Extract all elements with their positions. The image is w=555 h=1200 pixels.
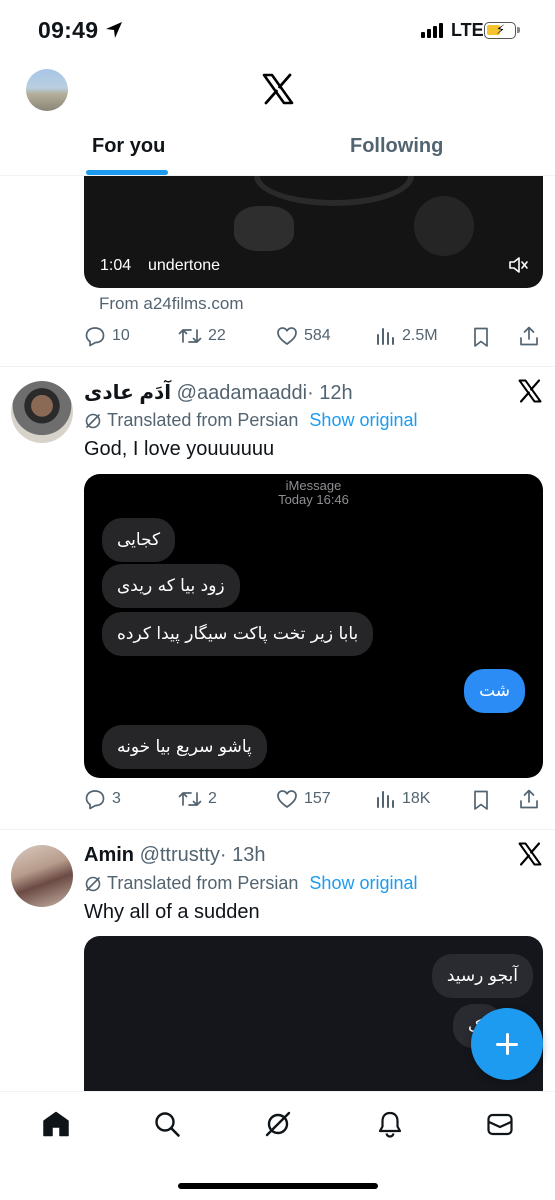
repost-button[interactable]: 2 [178, 788, 217, 810]
tweet-divider [0, 829, 555, 830]
x-grok-icon[interactable] [518, 842, 542, 866]
repost-count: 22 [208, 327, 226, 344]
tab-for-you[interactable]: For you [92, 135, 165, 158]
grok-icon[interactable] [264, 1110, 292, 1138]
views-count: 2.5M [402, 327, 438, 344]
reply-icon [85, 790, 105, 810]
reply-button[interactable]: 10 [84, 325, 130, 347]
like-button[interactable]: 157 [276, 788, 331, 810]
views-chart-icon [377, 328, 394, 345]
translate-icon [85, 413, 101, 428]
message-bubble: کجایی [102, 518, 176, 562]
share-icon[interactable] [518, 325, 540, 347]
reply-count: 3 [112, 790, 121, 807]
signal-icon [421, 23, 443, 38]
share-icon[interactable] [518, 788, 540, 810]
translate-icon [85, 876, 101, 891]
show-original-link[interactable]: Show original [309, 410, 417, 431]
repost-icon [178, 329, 202, 343]
home-indicator [178, 1183, 378, 1189]
tweet-actions: 3 2 157 18K [84, 788, 544, 814]
reply-icon [85, 327, 105, 347]
imessage-label: iMessage [285, 478, 342, 493]
translated-label: Translated from Persian [107, 873, 299, 893]
timeline-tabs: For you Following [0, 120, 555, 176]
repost-icon [178, 792, 202, 806]
compose-post-button[interactable] [471, 1008, 543, 1080]
author-avatar[interactable] [11, 845, 73, 907]
views-count: 18K [402, 790, 431, 807]
message-bubble-sent: شت [464, 669, 525, 713]
x-grok-icon[interactable] [518, 379, 542, 403]
tweet-image[interactable]: iMessage Today 16:46 کجایی زود بیا که ری… [84, 474, 543, 778]
tweet-text: Why all of a sudden [84, 901, 260, 923]
show-original-link[interactable]: Show original [309, 873, 417, 894]
profile-avatar[interactable] [26, 69, 68, 111]
like-button[interactable]: 584 [276, 325, 331, 347]
heart-icon [277, 327, 297, 345]
repost-count: 2 [208, 790, 217, 807]
author-avatar[interactable] [11, 381, 73, 443]
video-player[interactable]: 1:04 undertone [84, 176, 543, 288]
search-icon[interactable] [153, 1110, 181, 1138]
status-time: 09:49 [38, 17, 99, 43]
author-handle[interactable]: @aadamaaddi [177, 382, 307, 404]
reply-button[interactable]: 3 [84, 788, 121, 810]
like-count: 157 [304, 790, 331, 807]
video-duration: 1:04 [100, 257, 132, 274]
tweet-divider [0, 366, 555, 367]
message-bubble: آبجو رسید [431, 954, 533, 998]
repost-button[interactable]: 22 [178, 325, 226, 347]
author-name[interactable]: آدَم عادی [84, 382, 171, 404]
x-logo-icon[interactable] [262, 73, 294, 105]
active-tab-indicator [86, 170, 168, 175]
tweet-text: God, I love youuuuuu [84, 438, 275, 460]
views-button[interactable]: 18K [374, 788, 430, 810]
translation-note: Translated from Persian Show original [84, 410, 417, 431]
tweet-actions: 10 22 584 2.5M [84, 325, 544, 351]
bookmark-icon[interactable] [470, 789, 492, 811]
like-count: 584 [304, 327, 331, 344]
messages-envelope-icon[interactable] [486, 1110, 514, 1138]
message-bubble: زود بیا که ریدی [102, 564, 240, 608]
notifications-bell-icon[interactable] [376, 1110, 404, 1138]
message-bubble: بابا زیر تخت پاکت سیگار پیدا کرده [102, 612, 374, 656]
views-button[interactable]: 2.5M [374, 325, 438, 347]
tweet-time: · 12h [307, 382, 353, 404]
tweet-time: · 13h [219, 844, 266, 866]
translated-label: Translated from Persian [107, 410, 299, 430]
tweet-header: آدَم عادی @aadamaaddi· 12h [84, 380, 353, 405]
status-bar: 09:49 LTE ⚡ [0, 0, 555, 60]
tab-following[interactable]: Following [350, 135, 443, 158]
reply-count: 10 [112, 327, 130, 344]
home-icon[interactable] [42, 1110, 70, 1138]
video-title: undertone [148, 257, 221, 274]
message-bubble: پاشو سریع بیا خونه [102, 725, 267, 769]
tweet-header: Amin @ttrustty· 13h [84, 844, 265, 867]
mute-icon[interactable] [507, 254, 529, 276]
location-arrow-icon [106, 22, 122, 38]
heart-icon [277, 790, 297, 808]
views-chart-icon [377, 791, 394, 808]
battery-charging-icon: ⚡ [484, 22, 520, 39]
bookmark-icon[interactable] [470, 326, 492, 348]
author-handle[interactable]: @ttrustty [140, 844, 220, 866]
author-name[interactable]: Amin [84, 844, 134, 866]
imessage-timestamp: Today 16:46 [278, 492, 349, 507]
network-label: LTE [451, 20, 484, 40]
translation-note: Translated from Persian Show original [84, 873, 417, 894]
source-link[interactable]: From a24films.com [99, 294, 244, 314]
